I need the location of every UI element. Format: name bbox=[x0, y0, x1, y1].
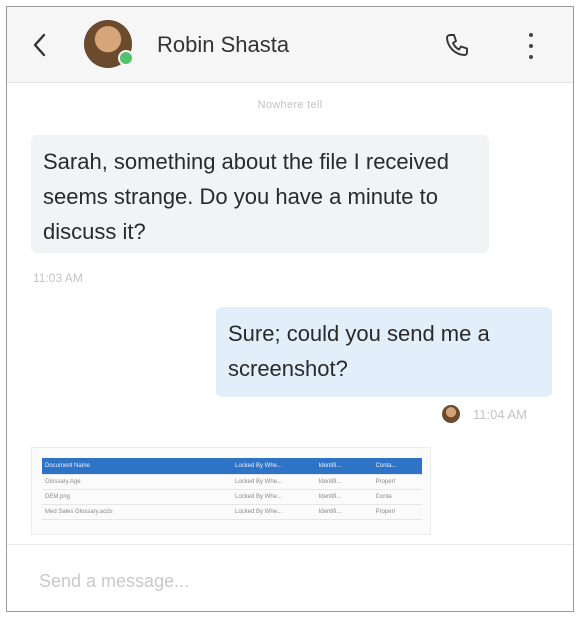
table-header-cell: Locked By Whe... bbox=[232, 458, 316, 475]
table-header-cell: Identifi... bbox=[315, 458, 373, 475]
chat-header: Robin Shasta bbox=[7, 7, 573, 83]
table-row: Glossary.Age Locked By Whe... Identifi..… bbox=[42, 474, 422, 490]
table-cell: Identifi... bbox=[315, 504, 373, 520]
table-header-cell: Conta... bbox=[372, 458, 422, 475]
presence-indicator bbox=[118, 50, 134, 66]
attachment-table: Document Name Locked By Whe... Identifi.… bbox=[42, 458, 422, 520]
table-row: DEM.png Locked By Whe... Identifi... Con… bbox=[42, 489, 422, 505]
table-cell: Locked By Whe... bbox=[232, 489, 316, 505]
table-cell: Locked By Whe... bbox=[232, 474, 316, 490]
table-header-row: Document Name Locked By Whe... Identifi.… bbox=[42, 458, 422, 475]
incoming-message[interactable]: Sarah, something about the file I receiv… bbox=[31, 135, 489, 253]
phone-icon[interactable] bbox=[443, 31, 471, 59]
message-input[interactable] bbox=[37, 565, 541, 597]
message-timestamp: 11:03 AM bbox=[33, 271, 83, 285]
table-cell: Identifi... bbox=[315, 474, 373, 490]
table-cell: DEM.png bbox=[42, 489, 232, 505]
table-cell: Properl bbox=[372, 504, 422, 520]
table-row: Med Sales Glossary.acds Locked By Whe...… bbox=[42, 504, 422, 520]
table-cell: Properl bbox=[372, 474, 422, 490]
chat-window: Robin Shasta Nowhere tell Sarah, somethi… bbox=[6, 6, 574, 612]
avatar[interactable] bbox=[84, 20, 134, 68]
table-cell: Identifi... bbox=[315, 489, 373, 505]
table-header-cell: Document Name bbox=[42, 458, 232, 475]
message-timestamp: 11:04 AM bbox=[473, 407, 527, 422]
outgoing-message[interactable]: Sure; could you send me a screenshot? bbox=[216, 307, 552, 397]
contact-name[interactable]: Robin Shasta bbox=[157, 32, 289, 58]
read-receipt-note: Nowhere tell bbox=[257, 99, 323, 111]
kebab-menu-icon[interactable] bbox=[523, 29, 539, 63]
message-composer bbox=[7, 544, 573, 611]
table-cell: Locked By Whe... bbox=[232, 504, 316, 520]
screenshot-attachment[interactable]: Document Name Locked By Whe... Identifi.… bbox=[31, 447, 431, 535]
sender-avatar bbox=[442, 405, 460, 423]
table-cell: Conta bbox=[372, 489, 422, 505]
table-cell: Glossary.Age bbox=[42, 474, 232, 490]
chevron-left-icon[interactable] bbox=[29, 31, 53, 59]
table-cell: Med Sales Glossary.acds bbox=[42, 504, 232, 520]
